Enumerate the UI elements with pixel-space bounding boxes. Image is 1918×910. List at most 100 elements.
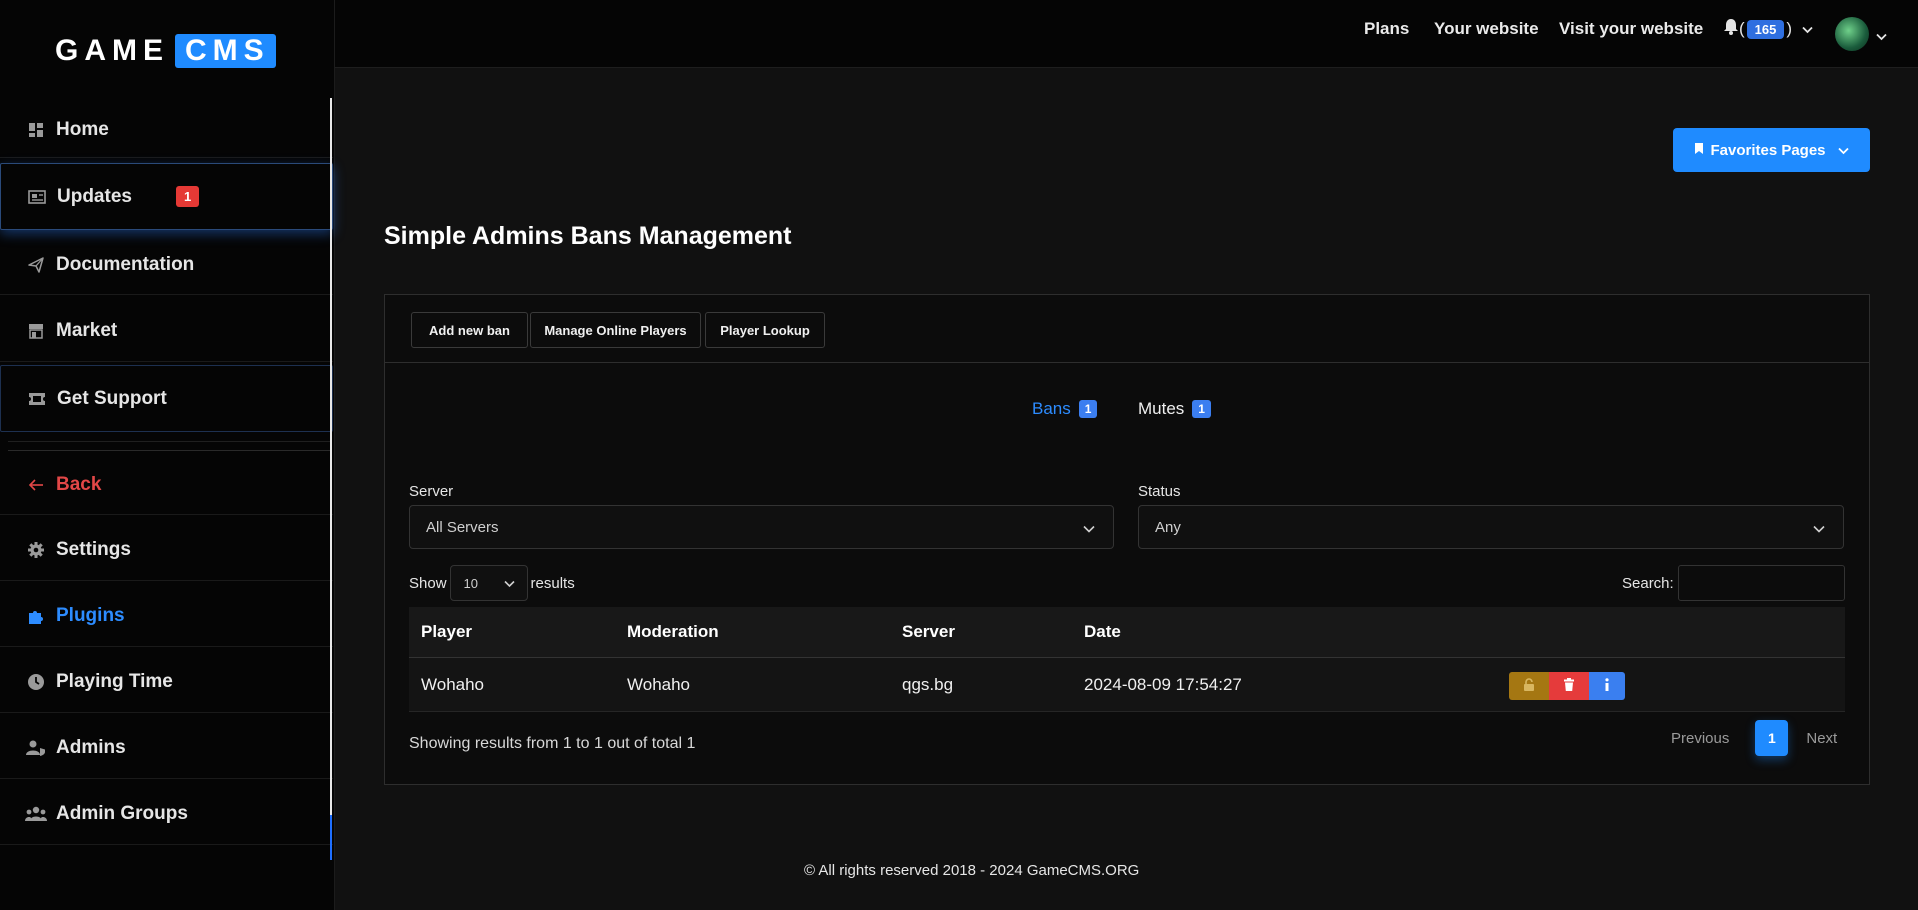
bans-card: Add new ban Manage Online Players Player… [384, 294, 1870, 785]
player-lookup-button[interactable]: Player Lookup [705, 312, 825, 348]
visit-website-link[interactable]: Visit your website [1559, 19, 1703, 39]
sidebar-item-home[interactable]: Home [0, 102, 333, 158]
sidebar-item-updates[interactable]: Updates 1 [0, 163, 333, 230]
show-label: Show [409, 574, 447, 592]
previous-page-button[interactable]: Previous [1671, 730, 1729, 747]
unban-button[interactable] [1509, 672, 1549, 700]
header-moderation[interactable]: Moderation [627, 622, 719, 642]
server-select-value: All Servers [426, 518, 499, 536]
sidebar-item-label: Documentation [56, 253, 195, 275]
chevron-down-icon [1802, 19, 1813, 39]
delete-button[interactable] [1549, 672, 1589, 700]
page-title: Simple Admins Bans Management [384, 222, 792, 250]
ticket-icon [25, 387, 49, 411]
tab-bans[interactable]: Bans 1 [1032, 399, 1098, 419]
info-button[interactable] [1589, 672, 1625, 700]
store-icon [24, 319, 48, 343]
card-toolbar: Add new ban Manage Online Players Player… [385, 295, 1869, 363]
sidebar-item-label: Get Support [57, 387, 167, 409]
sidebar: GAME CMS Home Updates 1 Documentation Ma… [0, 0, 335, 910]
results-label: results [530, 574, 575, 592]
table-summary: Showing results from 1 to 1 out of total… [409, 735, 696, 752]
paren-close: ) [1786, 19, 1793, 38]
sidebar-item-admins[interactable]: Admins [0, 717, 333, 779]
favorites-pages-label: Favorites Pages [1710, 141, 1826, 159]
add-new-ban-button[interactable]: Add new ban [411, 312, 528, 348]
sidebar-item-admin-groups[interactable]: Admin Groups [0, 783, 333, 845]
page-length-control: Show 10 results [409, 565, 575, 601]
avatar-chevron-down-icon[interactable] [1876, 28, 1887, 46]
header-server[interactable]: Server [902, 622, 955, 642]
sidebar-item-label: Plugins [56, 604, 125, 626]
pagination: Previous 1 Next [1671, 720, 1837, 756]
tab-mutes[interactable]: Mutes 1 [1138, 399, 1211, 419]
row-actions [1509, 672, 1625, 700]
tab-count-badge: 1 [1192, 400, 1211, 418]
status-filter-label: Status [1138, 483, 1181, 500]
sidebar-item-label: Market [56, 319, 118, 341]
tab-label: Mutes [1138, 399, 1185, 418]
bookmark-icon [1694, 142, 1704, 159]
dashboard-icon [24, 118, 48, 142]
newspaper-icon [25, 185, 49, 209]
sidebar-item-label: Admin Groups [56, 802, 188, 824]
cell-date: 2024-08-09 17:54:27 [1084, 674, 1242, 694]
sidebar-item-market[interactable]: Market [0, 300, 333, 362]
sidebar-scrollbar-track[interactable] [330, 98, 332, 860]
favorites-pages-button[interactable]: Favorites Pages [1673, 128, 1870, 172]
notifications-dropdown[interactable]: ( 165 ) [1723, 18, 1813, 40]
sidebar-item-documentation[interactable]: Documentation [0, 235, 333, 295]
header-player[interactable]: Player [421, 622, 472, 642]
bell-icon [1723, 18, 1739, 40]
chevron-down-icon [1813, 520, 1825, 537]
sidebar-item-label: Home [56, 118, 109, 140]
page-length-select[interactable]: 10 [449, 565, 528, 601]
status-select-value: Any [1155, 518, 1181, 536]
table-header: Player Moderation Server Date [409, 607, 1845, 658]
top-bar: Plans Your website Visit your website [335, 0, 1918, 68]
sidebar-scrollbar-thumb[interactable] [330, 815, 332, 860]
sidebar-item-playing-time[interactable]: Playing Time [0, 651, 333, 713]
plans-link[interactable]: Plans [1364, 19, 1409, 39]
server-select[interactable]: All Servers [409, 505, 1114, 549]
sidebar-item-label: Playing Time [56, 670, 173, 692]
sidebar-item-label: Settings [56, 539, 131, 560]
logo-game-text: GAME [55, 34, 169, 67]
trash-icon [1563, 676, 1575, 696]
sidebar-item-label: Admins [56, 736, 126, 758]
cell-moderation: Wohaho [627, 674, 691, 694]
search-label: Search: [1622, 575, 1674, 592]
users-icon [24, 802, 48, 826]
search-input[interactable] [1678, 565, 1845, 601]
cell-server: qgs.bg [902, 674, 954, 694]
sidebar-item-plugins[interactable]: Plugins [0, 585, 333, 647]
paper-plane-icon [24, 253, 48, 277]
notifications-count-badge: 165 [1746, 19, 1785, 39]
unlock-icon [1523, 676, 1535, 696]
sidebar-item-get-support[interactable]: Get Support [0, 365, 333, 432]
tab-label: Bans [1032, 399, 1071, 418]
user-shield-icon [24, 736, 48, 760]
page-length-value: 10 [463, 575, 478, 591]
footer-copyright: © All rights reserved 2018 - 2024 GameCM… [804, 862, 1140, 879]
page-1-button[interactable]: 1 [1755, 720, 1789, 756]
manage-online-players-button[interactable]: Manage Online Players [530, 312, 701, 348]
next-page-button[interactable]: Next [1806, 730, 1837, 747]
your-website-link[interactable]: Your website [1434, 19, 1539, 39]
avatar[interactable] [1835, 17, 1869, 51]
logo-cms-text: CMS [175, 34, 276, 68]
cell-player: Wohaho [421, 674, 485, 694]
chevron-down-icon [1837, 142, 1849, 159]
header-date[interactable]: Date [1084, 622, 1121, 642]
bans-table: Player Moderation Server Date Wohaho Woh… [409, 607, 1845, 712]
sidebar-divider [8, 441, 331, 451]
sidebar-item-settings[interactable]: Settings [0, 520, 333, 581]
sidebar-item-back[interactable]: Back [0, 455, 333, 515]
status-select[interactable]: Any [1138, 505, 1844, 549]
tab-count-badge: 1 [1078, 400, 1098, 418]
app-root: GAME CMS Home Updates 1 Documentation Ma… [0, 0, 1918, 910]
clock-icon [24, 670, 48, 694]
sidebar-item-label: Back [56, 473, 102, 495]
server-filter-label: Server [409, 483, 454, 500]
logo[interactable]: GAME CMS [55, 34, 276, 68]
